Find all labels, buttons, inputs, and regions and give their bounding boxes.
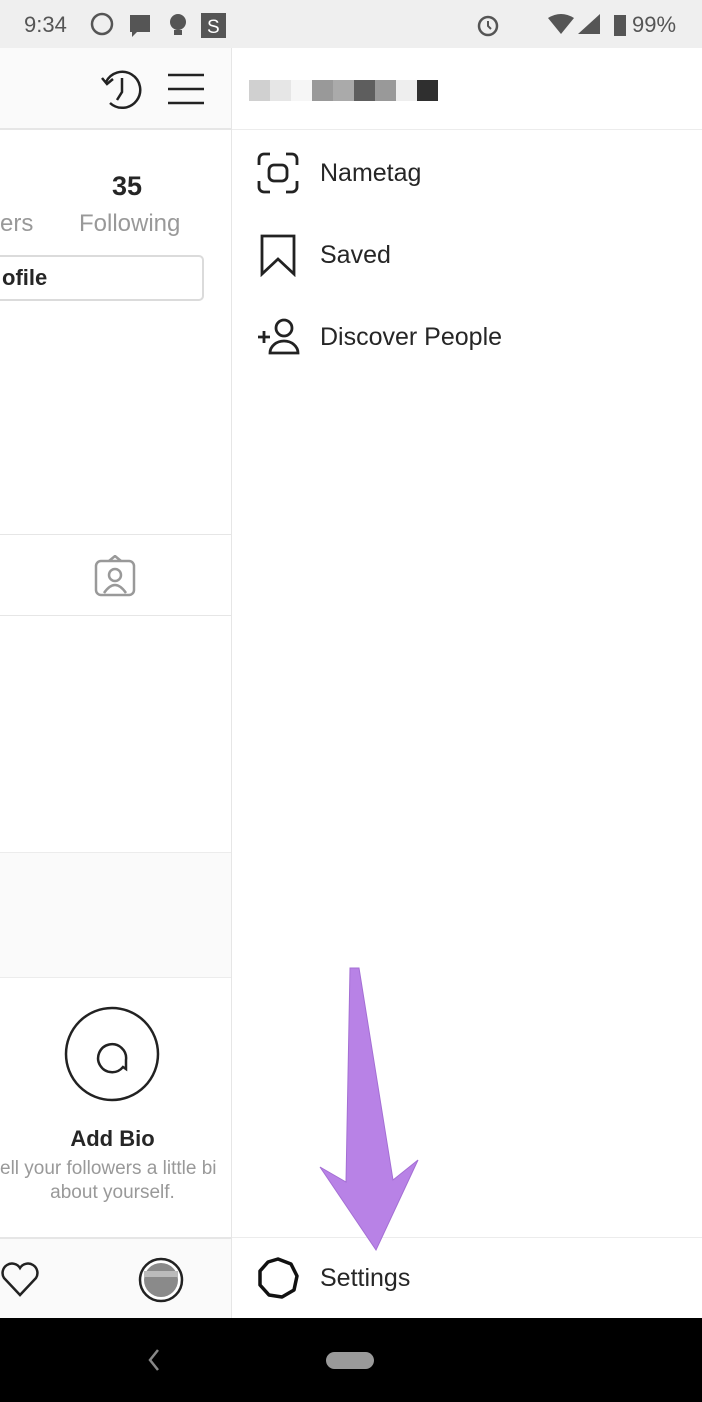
heart-icon[interactable] — [0, 1261, 42, 1299]
alarm-icon — [477, 15, 499, 37]
username-redacted — [249, 80, 438, 101]
menu-item-label: Saved — [320, 240, 391, 269]
archive-history-icon[interactable] — [100, 68, 144, 112]
profile-pane: ers 35 Following ofile Add Bio ell your … — [0, 48, 232, 1318]
edit-profile-label: ofile — [2, 265, 48, 290]
add-bio-title[interactable]: Add Bio — [0, 1126, 225, 1152]
tagged-photos-icon[interactable] — [94, 555, 136, 597]
add-bio-text-line2: about yourself. — [50, 1182, 175, 1203]
notification-icons: S — [90, 12, 226, 38]
settings-row[interactable]: Settings — [232, 1237, 702, 1318]
tabs-row — [0, 534, 231, 616]
back-icon[interactable] — [144, 1346, 164, 1374]
svg-text:S: S — [207, 17, 220, 38]
android-nav-bar — [0, 1318, 702, 1402]
bottom-nav — [0, 1237, 231, 1318]
wifi-signal-battery-icons — [548, 14, 626, 36]
nametag-icon — [257, 152, 299, 194]
status-time: 9:34 — [24, 12, 67, 37]
menu-header — [232, 48, 702, 130]
settings-gear-icon — [258, 1257, 299, 1299]
bookmark-icon — [260, 234, 296, 277]
menu-item-saved[interactable]: Saved — [256, 225, 391, 285]
settings-label: Settings — [320, 1263, 411, 1292]
following-count[interactable]: 35 — [112, 171, 142, 202]
edit-profile-button[interactable]: ofile — [0, 255, 204, 301]
battery-percent: 99% — [632, 12, 677, 37]
menu-item-settings[interactable]: Settings — [256, 1248, 410, 1308]
add-person-icon — [258, 318, 300, 355]
profile-avatar[interactable] — [138, 1257, 184, 1303]
profile-header — [0, 48, 231, 130]
menu-item-discover-people[interactable]: Discover People — [256, 307, 502, 367]
home-button[interactable] — [326, 1352, 374, 1369]
followers-label: ers — [0, 210, 34, 237]
menu-item-nametag[interactable]: Nametag — [256, 143, 421, 203]
add-bio-icon[interactable] — [63, 1005, 161, 1103]
menu-item-label: Discover People — [320, 322, 503, 351]
menu-item-label: Nametag — [320, 158, 422, 187]
side-menu: Nametag Saved Discover People Settings — [232, 48, 702, 1318]
add-bio-text-line1: ell your followers a little bi — [0, 1158, 217, 1179]
empty-section — [0, 852, 231, 978]
hamburger-menu-icon[interactable] — [167, 72, 205, 106]
status-bar: 9:34 S 99% — [0, 0, 702, 48]
following-label[interactable]: Following — [79, 210, 180, 238]
